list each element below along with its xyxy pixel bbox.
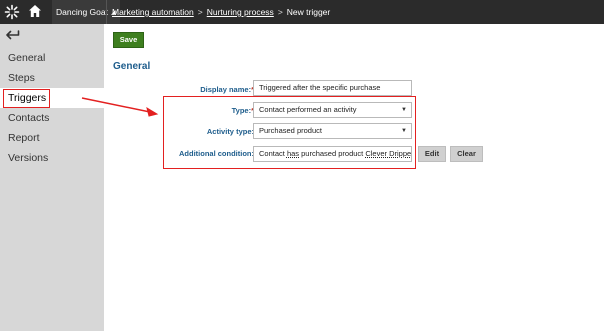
sidebar-item-general[interactable]: General [0,48,104,68]
home-icon[interactable] [28,4,42,18]
display-name-input[interactable]: Triggered after the specific purchase [253,80,412,96]
divider [106,0,107,24]
site-selector[interactable]: Dancing Goat ◢ [52,0,120,24]
breadcrumb: Marketing automation > Nurturing process > N… [112,0,330,24]
edit-button[interactable]: Edit [418,146,446,162]
fields-highlight-box [163,96,416,169]
sidebar-item-versions[interactable]: Versions [0,148,104,168]
kentico-logo-icon[interactable] [4,4,20,20]
breadcrumb-separator: > [277,7,283,17]
breadcrumb-marketing-automation[interactable]: Marketing automation [112,7,194,17]
back-arrow-icon[interactable] [6,30,20,40]
display-name-label-text: Display name: [200,85,252,94]
sidebar-item-steps[interactable]: Steps [0,68,104,88]
top-bar: Dancing Goat ◢ Marketing automation > Nurtu… [0,0,604,24]
section-title: General [113,61,151,72]
sidebar-item-report[interactable]: Report [0,128,104,148]
display-name-label: Display name:* [200,85,254,94]
breadcrumb-current: New trigger [286,7,331,17]
breadcrumb-separator: > [197,7,203,17]
save-button[interactable]: Save [113,32,144,48]
site-name: Dancing Goat [56,7,108,17]
clear-button[interactable]: Clear [450,146,483,162]
sidebar-item-contacts[interactable]: Contacts [0,108,104,128]
breadcrumb-nurturing-process[interactable]: Nurturing process [207,7,274,17]
triggers-highlight-box [3,89,50,108]
